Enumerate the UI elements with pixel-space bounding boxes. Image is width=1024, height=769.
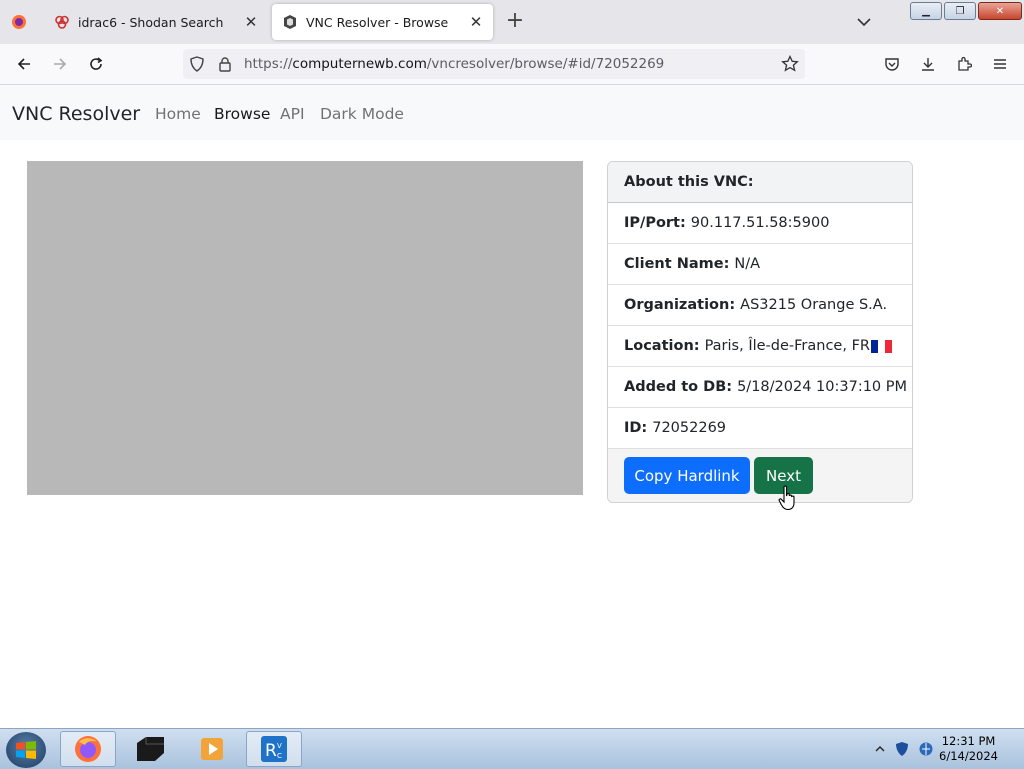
tab-title: idrac6 - Shodan Search [78,14,224,30]
row-value: 72052269 [652,420,727,436]
restore-icon[interactable]: ❐ [944,2,976,20]
nav-api[interactable]: API [280,105,305,123]
url-host: computernewb.com [292,56,427,72]
tracking-protection-icon[interactable] [189,56,205,72]
downloads-icon[interactable] [916,52,940,76]
shodan-icon [54,14,70,30]
vnc-info-card: About this VNC: IP/Port: 90.117.51.58:59… [607,161,913,503]
row-label: Client Name: [624,256,730,272]
france-flag-icon [870,339,892,353]
row-label: IP/Port: [624,215,686,231]
row-label: Organization: [624,297,736,313]
svg-text:V: V [277,742,282,750]
row-label: ID: [624,420,648,436]
window-controls: ▁ ❐ ✕ [910,2,1022,20]
hand-cursor-icon [778,485,798,511]
back-icon[interactable] [12,52,36,76]
tab-vnc-resolver[interactable]: VNC Resolver - Browse ✕ [272,4,493,40]
hamburger-menu-icon[interactable] [988,52,1012,76]
svg-text:R: R [265,741,277,761]
lock-icon[interactable] [217,56,233,72]
tab-title: VNC Resolver - Browse [306,14,449,30]
row-value: N/A [734,256,761,272]
tab-strip: idrac6 - Shodan Search ✕ VNC Resolver - … [0,0,1024,44]
start-button[interactable] [6,732,46,768]
close-tab-icon[interactable]: ✕ [465,11,487,33]
taskbar-terminal-icon[interactable] [122,731,178,767]
firefox-view-icon[interactable] [8,11,30,33]
security-shield-icon[interactable] [894,741,910,757]
taskbar: RVC 12:31 PM 6/14/2024 [0,728,1024,769]
nav-browse[interactable]: Browse [214,105,270,123]
address-bar[interactable]: https://computernewb.com/vncresolver/bro… [183,49,805,79]
show-hidden-icons-icon[interactable] [872,741,888,757]
vnc-resolver-icon [282,14,298,30]
site-brand[interactable]: VNC Resolver [12,103,140,125]
row-value: 90.117.51.58:5900 [690,215,830,231]
nav-dark-mode[interactable]: Dark Mode [320,105,404,123]
card-footer: Copy Hardlink Next [608,449,912,502]
list-all-tabs-icon[interactable] [852,12,876,32]
minimize-icon[interactable]: ▁ [910,2,942,20]
vnc-screenshot-preview [27,161,583,495]
window-close-icon[interactable]: ✕ [978,2,1022,20]
site-navbar: VNC Resolver Home Browse API Dark Mode [0,85,1024,140]
close-tab-icon[interactable]: ✕ [240,11,262,33]
new-tab-icon[interactable]: + [503,10,527,34]
taskbar-media-player-icon[interactable] [184,731,240,767]
clock-time: 12:31 PM [941,734,996,748]
navigation-toolbar: https://computernewb.com/vncresolver/bro… [0,44,1024,85]
row-label: Added to DB: [624,379,733,395]
clock-date: 6/14/2024 [939,749,998,763]
system-tray: 12:31 PM 6/14/2024 [864,729,1024,769]
url-prefix: https:// [244,56,293,72]
forward-icon[interactable] [48,52,72,76]
tab-shodan[interactable]: idrac6 - Shodan Search ✕ [44,4,268,40]
bookmark-star-icon[interactable] [781,54,799,73]
row-organization: Organization: AS3215 Orange S.A. [608,285,912,326]
nav-home[interactable]: Home [155,105,201,123]
clock[interactable]: 12:31 PM 6/14/2024 [939,734,998,764]
url-path: /vncresolver/browse/#id/72052269 [426,56,665,72]
reload-icon[interactable] [84,52,108,76]
row-value: AS3215 Orange S.A. [740,297,888,313]
card-header: About this VNC: [608,162,912,203]
row-value: Paris, Île-de-France, FR [704,338,870,354]
row-value: 5/18/2024 10:37:10 PM [737,379,908,395]
row-added-to-db: Added to DB: 5/18/2024 10:37:10 PM [608,367,912,408]
url-text: https://computernewb.com/vncresolver/bro… [244,56,664,72]
svg-text:C: C [277,752,282,760]
copy-hardlink-button[interactable]: Copy Hardlink [624,457,750,494]
extensions-icon[interactable] [952,52,976,76]
pocket-icon[interactable] [880,52,904,76]
row-id: ID: 72052269 [608,408,912,449]
row-ip-port: IP/Port: 90.117.51.58:5900 [608,203,912,244]
network-icon[interactable] [918,741,934,757]
row-label: Location: [624,338,700,354]
row-client-name: Client Name: N/A [608,244,912,285]
taskbar-firefox-icon[interactable] [60,731,116,767]
taskbar-vnc-viewer-icon[interactable]: RVC [246,731,302,767]
row-location: Location: Paris, Île-de-France, FR [608,326,912,367]
